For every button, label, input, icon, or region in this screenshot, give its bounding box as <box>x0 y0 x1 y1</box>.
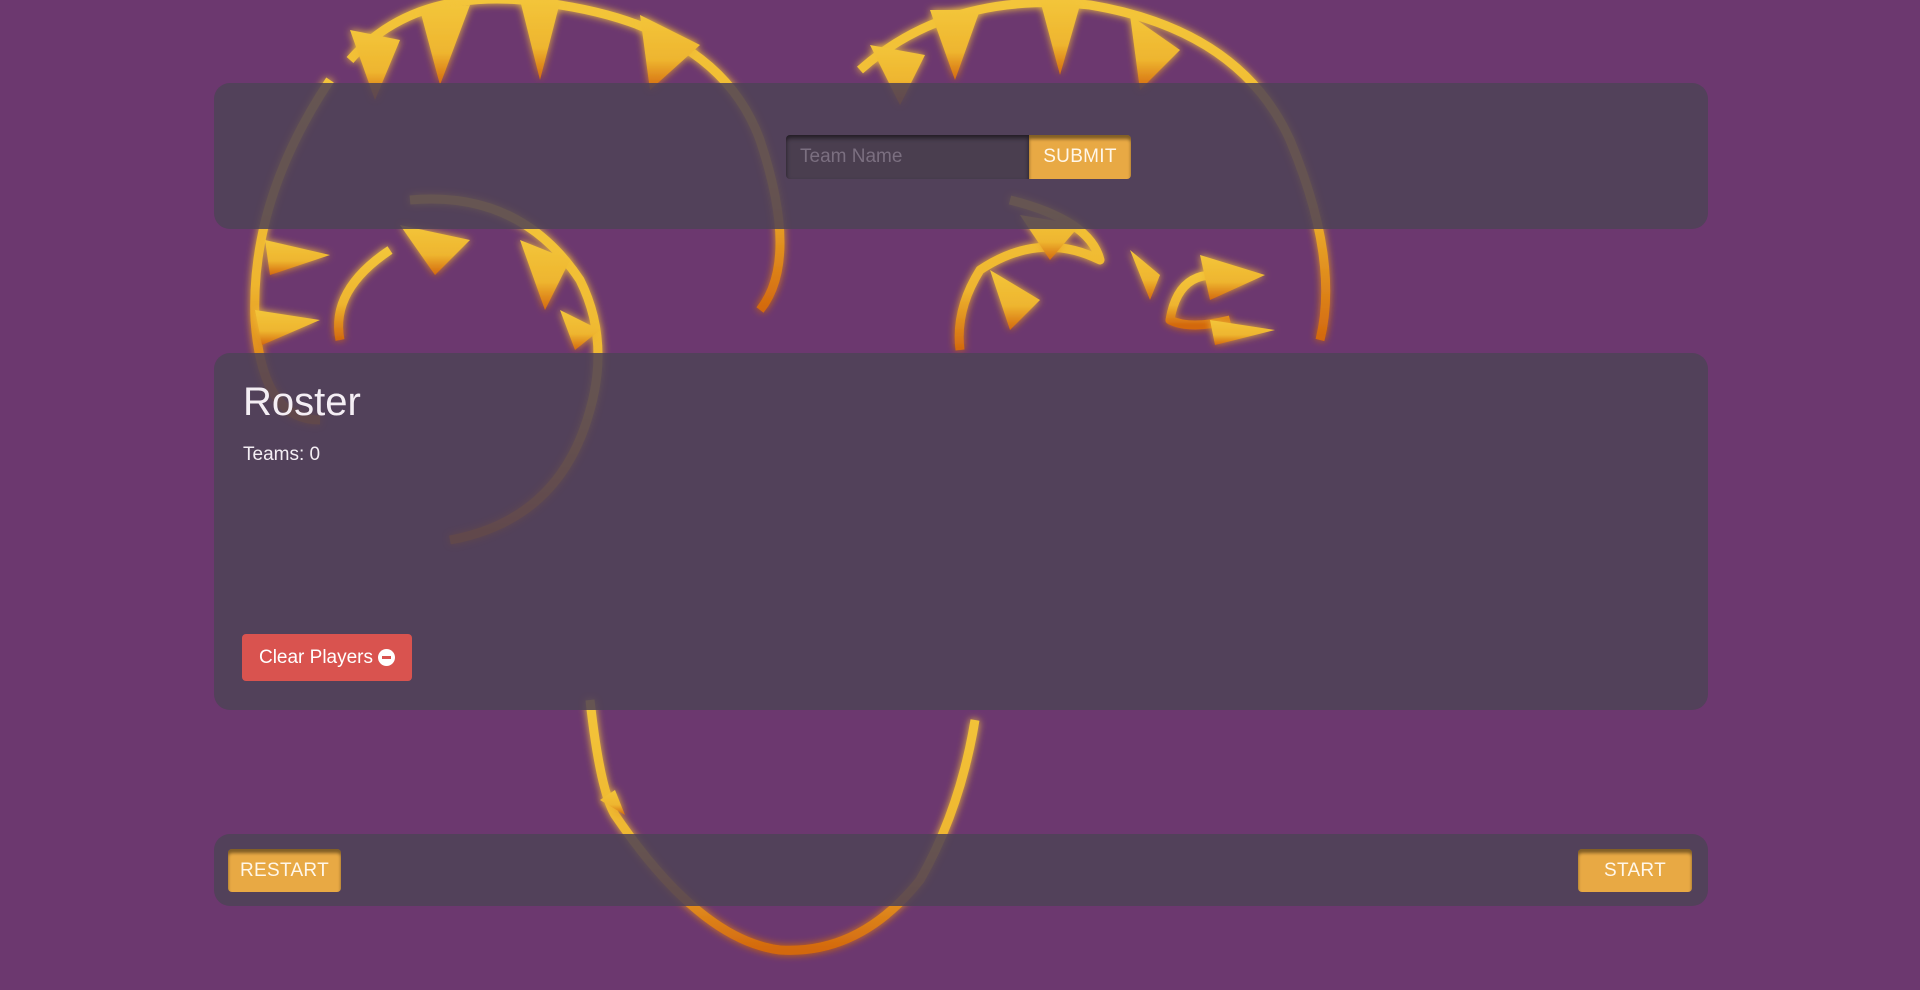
clear-players-button[interactable]: Clear Players <box>242 634 412 681</box>
restart-button[interactable]: RESTART <box>228 849 341 892</box>
teams-count: Teams: 0 <box>243 444 321 465</box>
start-button[interactable]: START <box>1578 849 1692 892</box>
footer-panel <box>214 834 1708 906</box>
roster-title: Roster <box>243 380 361 424</box>
team-name-input[interactable] <box>786 135 1029 179</box>
clear-players-label: Clear Players <box>258 646 374 668</box>
roster-panel <box>214 353 1708 710</box>
minus-circle-icon <box>378 649 396 666</box>
submit-button[interactable]: SUBMIT <box>1029 135 1131 179</box>
team-name-form: SUBMIT <box>786 135 1131 179</box>
